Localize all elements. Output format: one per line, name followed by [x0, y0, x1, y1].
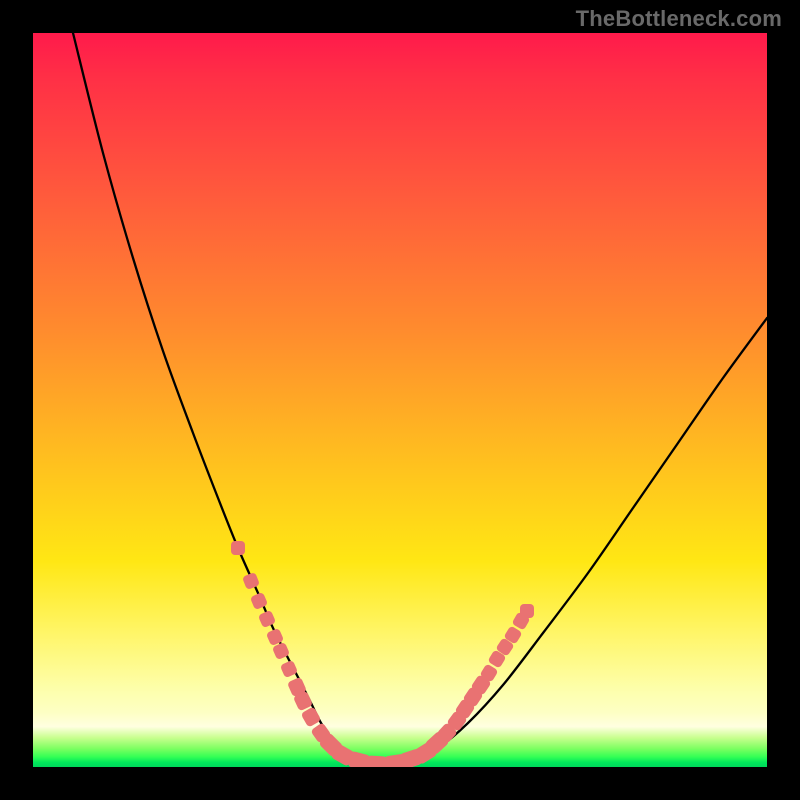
bottleneck-curve: [73, 33, 767, 764]
curve-svg: [33, 33, 767, 767]
sample-dot: [367, 755, 388, 767]
sample-dot: [250, 592, 268, 610]
sample-dot: [520, 604, 534, 618]
sample-dot: [231, 541, 245, 555]
watermark-text: TheBottleneck.com: [576, 6, 782, 32]
sample-dot: [280, 660, 298, 678]
chart-frame: TheBottleneck.com: [0, 0, 800, 800]
plot-area: [33, 33, 767, 767]
sample-dot: [258, 610, 276, 628]
sample-dot: [301, 706, 322, 727]
sample-dot: [242, 572, 260, 590]
sample-dots-group: [231, 541, 534, 767]
